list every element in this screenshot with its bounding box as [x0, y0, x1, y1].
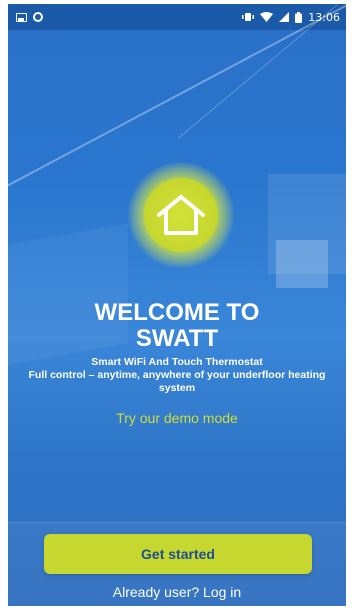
app-name-heading: SWATT — [135, 325, 219, 352]
app-screen: 13:06 WELCOME TO SWATT Smart WiFi And To… — [8, 4, 346, 606]
house-icon — [157, 195, 205, 235]
wifi-icon — [260, 12, 274, 22]
welcome-heading: WELCOME TO — [94, 299, 260, 326]
status-bar: 13:06 — [8, 4, 346, 30]
image-notification-icon — [16, 12, 27, 22]
circle-notification-icon — [33, 12, 43, 22]
subtitle-tagline: Smart WiFi And Touch Thermostat — [91, 356, 263, 368]
get-started-button[interactable]: Get started — [44, 534, 312, 574]
login-link[interactable]: Already user? Log in — [8, 584, 346, 600]
battery-icon — [295, 11, 303, 23]
background-shape — [276, 240, 328, 288]
app-logo — [128, 162, 234, 268]
vibrate-icon — [242, 13, 255, 21]
status-bar-left — [16, 12, 43, 22]
subtitle-description: Full control – anytime, anywhere of your… — [28, 369, 326, 394]
signal-icon — [279, 12, 290, 22]
demo-mode-link[interactable]: Try our demo mode — [8, 410, 346, 426]
logo-badge — [144, 178, 218, 252]
